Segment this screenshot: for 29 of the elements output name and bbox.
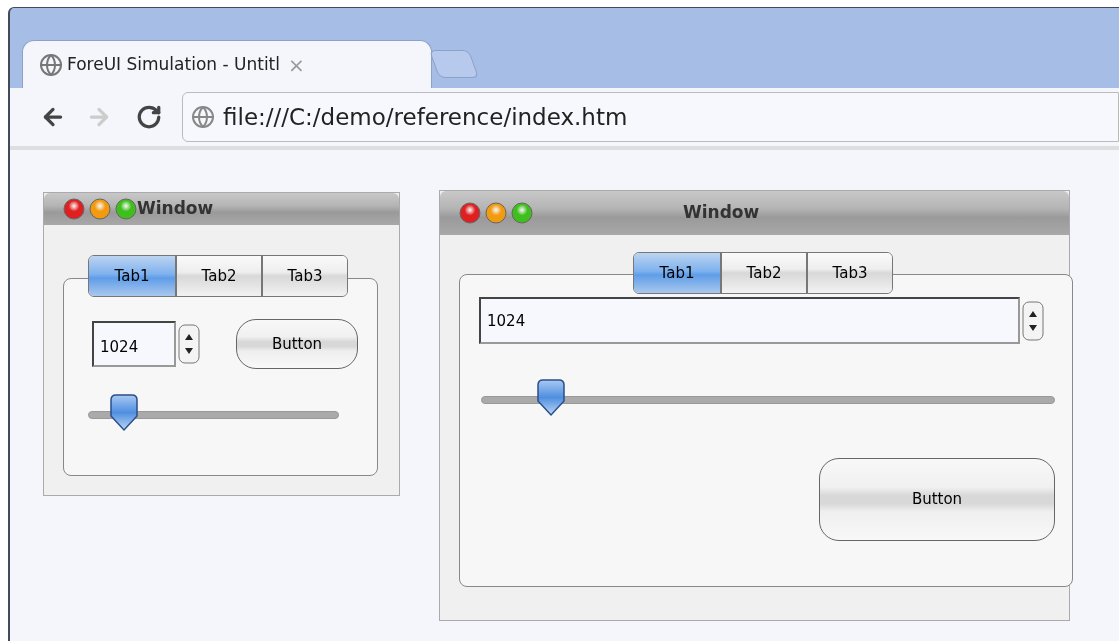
- tab[interactable]: Tab1: [89, 256, 175, 296]
- tab-title: ForeUI Simulation - Untitl: [67, 52, 280, 76]
- tab[interactable]: Tab1: [634, 253, 720, 293]
- window-control-icon[interactable]: [63, 198, 85, 220]
- number-field[interactable]: 1024: [92, 321, 176, 367]
- window-control-icon[interactable]: [485, 202, 507, 224]
- window-title: Window: [137, 197, 214, 221]
- window-control-icon[interactable]: [115, 198, 137, 220]
- spin-arrows-icon[interactable]: [1022, 300, 1044, 341]
- tab[interactable]: Tab3: [261, 256, 347, 296]
- tab[interactable]: Tab2: [720, 253, 806, 293]
- window-control-icon[interactable]: [511, 202, 533, 224]
- address-bar[interactable]: file:///C:/demo/reference/index.htm: [182, 92, 1119, 142]
- spin-arrows-icon[interactable]: [178, 324, 200, 364]
- window-control-icon[interactable]: [89, 198, 111, 220]
- url-text: file:///C:/demo/reference/index.htm: [223, 102, 628, 132]
- tab[interactable]: Tab2: [175, 256, 261, 296]
- push-button[interactable]: Button: [236, 319, 358, 369]
- window-title: Window: [683, 201, 760, 225]
- window-control-icon[interactable]: [459, 202, 481, 224]
- slider-thumb[interactable]: [534, 379, 567, 417]
- globe-icon: [39, 52, 63, 77]
- browser-tab[interactable]: ForeUI Simulation - Untitl ×: [22, 40, 432, 88]
- tab[interactable]: Tab3: [806, 253, 892, 293]
- number-field[interactable]: 1024: [479, 297, 1020, 344]
- reload-icon[interactable]: [136, 104, 162, 130]
- push-button[interactable]: Button: [819, 458, 1055, 541]
- globe-icon: [191, 105, 215, 129]
- slider-thumb[interactable]: [108, 394, 141, 432]
